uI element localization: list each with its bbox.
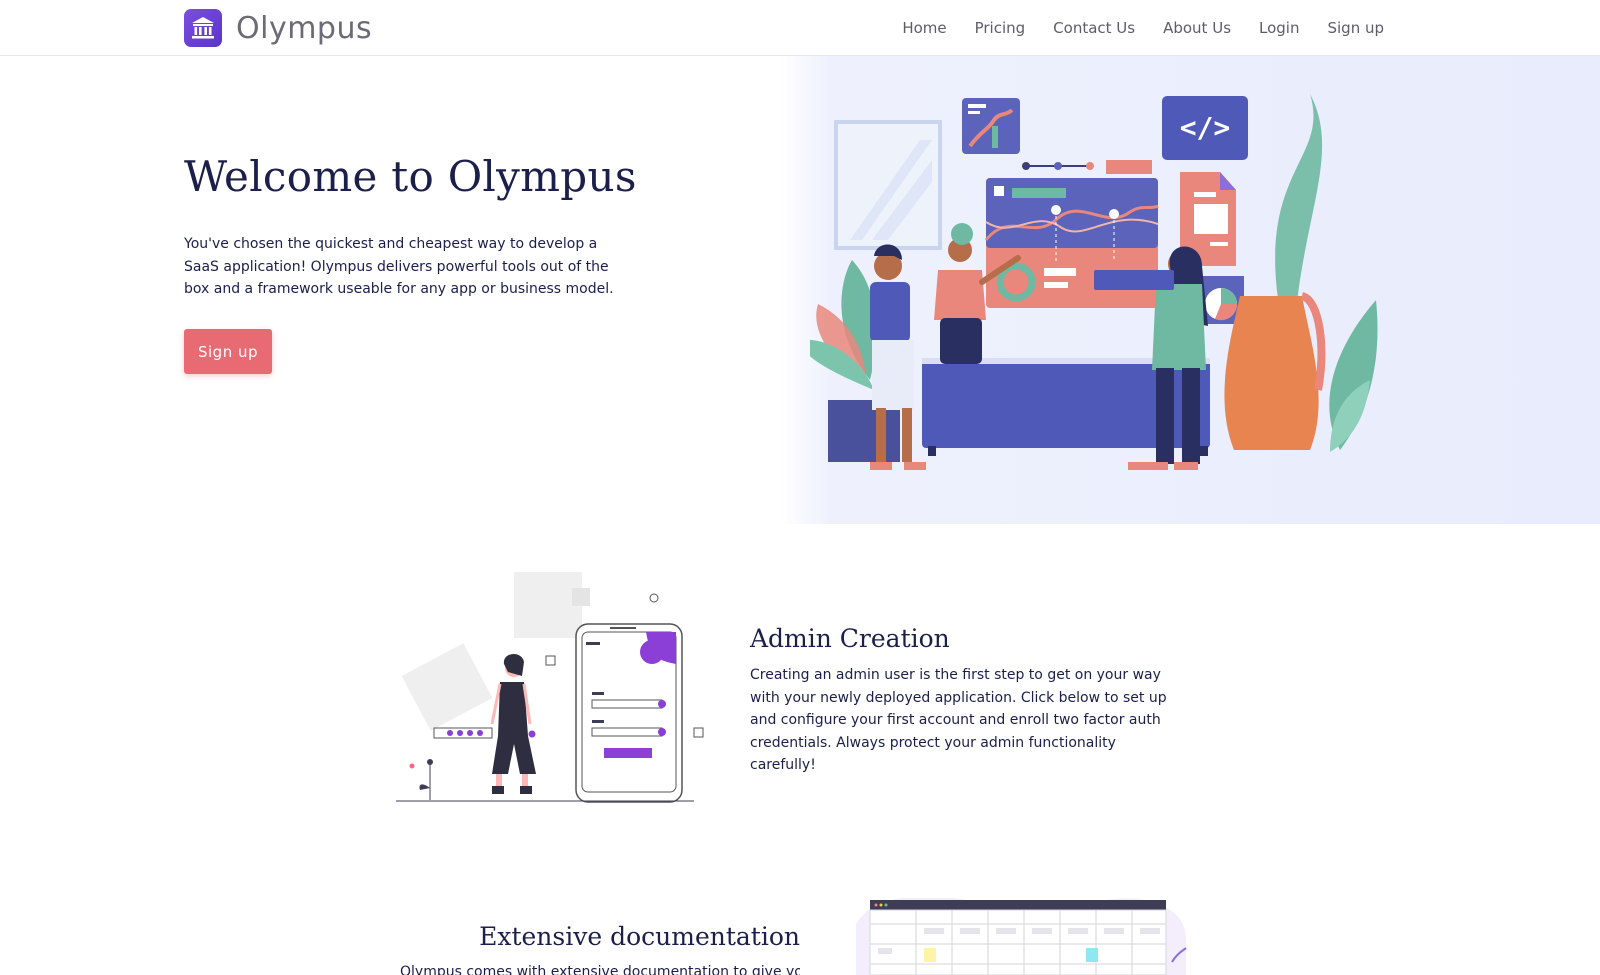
hero-team-illustration: </>	[810, 94, 1378, 470]
hero-sign-up-button[interactable]: Sign up	[184, 329, 272, 374]
brand-name: Olympus	[236, 10, 373, 46]
admin-login-illustration	[396, 572, 704, 803]
bank-columns-icon	[184, 9, 222, 47]
feature-description-admin-creation: Creating an admin user is the first step…	[750, 667, 1167, 773]
nav-link-contact-us[interactable]: Contact Us	[1053, 19, 1135, 37]
documentation-calendar-illustration	[856, 898, 1187, 975]
hero-description: You've chosen the quickest and cheapest …	[184, 236, 614, 297]
nav-menu: Home Pricing Contact Us About Us Login S…	[902, 0, 1384, 56]
feature-title-admin-creation: Admin Creation	[750, 624, 950, 653]
nav-link-home[interactable]: Home	[902, 19, 946, 37]
feature-title-documentation: Extensive documentation	[479, 922, 800, 951]
hero-title: Welcome to Olympus	[184, 152, 637, 201]
feature-description-documentation: Olympus comes with extensive documentati…	[400, 964, 800, 975]
navbar: Olympus Home Pricing Contact Us About Us…	[0, 0, 1600, 56]
nav-link-about-us[interactable]: About Us	[1163, 19, 1231, 37]
nav-link-login[interactable]: Login	[1259, 19, 1299, 37]
nav-link-sign-up[interactable]: Sign up	[1327, 19, 1384, 37]
code-badge-label: </>	[1180, 111, 1231, 144]
brand-link[interactable]: Olympus	[184, 8, 372, 48]
nav-link-pricing[interactable]: Pricing	[975, 19, 1026, 37]
